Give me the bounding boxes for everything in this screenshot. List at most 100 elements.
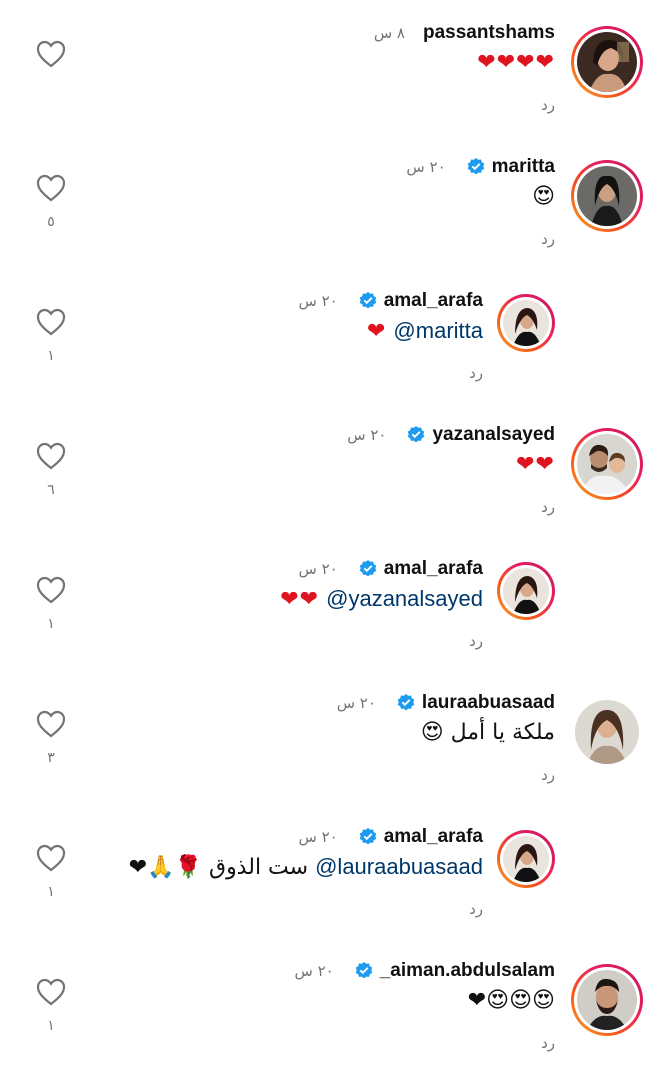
- comment-header: ٢٠ س lauraabuasaad: [337, 692, 555, 714]
- comment-reply: ٢٠ س amal_arafa @maritta ❤ رد ١: [0, 268, 665, 398]
- heart-outline-icon: [36, 978, 66, 1006]
- avatar[interactable]: [571, 160, 643, 232]
- like-count: ١: [47, 616, 55, 632]
- comment-text: @maritta ❤: [367, 318, 483, 344]
- reply-button[interactable]: رد: [541, 96, 555, 114]
- woman-brown-hair-icon: [503, 300, 549, 346]
- reply-button[interactable]: رد: [469, 632, 483, 650]
- avatar[interactable]: [497, 294, 555, 352]
- like-button[interactable]: [36, 174, 66, 202]
- reply-button[interactable]: رد: [469, 900, 483, 918]
- comment-text: ❤❤: [516, 452, 555, 477]
- verified-badge-icon: [408, 426, 425, 443]
- like-count: ١: [47, 348, 55, 364]
- comment-header: ٨ س passantshams: [374, 22, 555, 44]
- heart-outline-icon: [36, 442, 66, 470]
- username[interactable]: maritta: [492, 156, 555, 178]
- reply-button[interactable]: رد: [541, 1034, 555, 1052]
- comment-emoji: ❤❤: [280, 587, 320, 612]
- mention-link[interactable]: @lauraabuasaad: [315, 854, 483, 879]
- comment-text: 😍😍😍❤: [467, 988, 555, 1013]
- like-count: ١: [47, 1018, 55, 1034]
- like-button[interactable]: [36, 576, 66, 604]
- comment-reply: ٢٠ س amal_arafa @lauraabuasaad ست الذوق …: [0, 804, 665, 934]
- comment-item: ٢٠ س lauraabuasaad ملكة يا أمل 😍 رد ٣: [0, 670, 665, 800]
- reply-button[interactable]: رد: [541, 498, 555, 516]
- like-button[interactable]: [36, 710, 66, 738]
- verified-badge-icon: [397, 694, 415, 711]
- username[interactable]: amal_arafa: [384, 290, 483, 312]
- mention-link[interactable]: @maritta: [393, 318, 483, 343]
- reply-button[interactable]: رد: [469, 364, 483, 382]
- like-count: ٣: [47, 750, 55, 766]
- username[interactable]: amal_arafa: [384, 826, 483, 848]
- man-beard-icon: [577, 970, 637, 1030]
- avatar[interactable]: [571, 26, 643, 98]
- username[interactable]: lauraabuasaad: [422, 692, 555, 714]
- comment-header: ٢٠ س amal_arafa: [298, 558, 483, 580]
- comment-text: ❤❤❤❤: [477, 50, 555, 75]
- timestamp: ٢٠ س: [298, 292, 338, 310]
- comment-emoji: ❤: [366, 319, 387, 344]
- woman-brown-hair-icon: [503, 568, 549, 614]
- mention-link[interactable]: @yazanalsayed: [326, 586, 483, 611]
- woman-black-hair-icon: [577, 166, 637, 226]
- heart-outline-icon: [36, 174, 66, 202]
- comment-item: ٢٠ س _aiman.abdulsalam 😍😍😍❤ رد ١: [0, 938, 665, 1068]
- avatar[interactable]: [575, 700, 639, 764]
- woman-long-hair-icon: [575, 700, 639, 764]
- heart-outline-icon: [36, 308, 66, 336]
- heart-outline-icon: [36, 710, 66, 738]
- woman-brown-hair-icon: [503, 836, 549, 882]
- avatar[interactable]: [497, 562, 555, 620]
- avatar[interactable]: [571, 964, 643, 1036]
- comment-thread: ٨ س passantshams ❤❤❤❤ رد ٢٠ س maritta 😍 …: [0, 0, 665, 1080]
- verified-badge-icon: [355, 962, 373, 979]
- like-button[interactable]: [36, 308, 66, 336]
- comment-item: ٢٠ س yazanalsayed ❤❤ رد ٦: [0, 402, 665, 532]
- timestamp: ٢٠ س: [294, 962, 334, 980]
- timestamp: ٨ س: [373, 24, 405, 42]
- verified-badge-icon: [359, 828, 377, 845]
- verified-badge-icon: [359, 292, 377, 309]
- like-count: ٥: [47, 214, 55, 230]
- like-button[interactable]: [36, 978, 66, 1006]
- like-button[interactable]: [36, 442, 66, 470]
- comment-header: ٢٠ س yazanalsayed: [347, 424, 555, 446]
- like-count: ١: [47, 884, 55, 900]
- timestamp: ٢٠ س: [298, 560, 338, 578]
- heart-outline-icon: [36, 576, 66, 604]
- timestamp: ٢٠ س: [298, 828, 338, 846]
- avatar[interactable]: [571, 428, 643, 500]
- verified-badge-icon: [467, 158, 484, 175]
- heart-outline-icon: [36, 844, 66, 872]
- comment-header: ٢٠ س _aiman.abdulsalam: [294, 960, 555, 982]
- verified-badge-icon: [359, 560, 377, 577]
- comment-reply: ٢٠ س amal_arafa @yazanalsayed ❤❤ رد ١: [0, 536, 665, 666]
- comment-text: @lauraabuasaad ست الذوق 🌹🙏❤: [129, 854, 483, 880]
- reply-button[interactable]: رد: [541, 230, 555, 248]
- like-button[interactable]: [36, 844, 66, 872]
- timestamp: ٢٠ س: [347, 426, 387, 444]
- comment-item: ٨ س passantshams ❤❤❤❤ رد: [0, 0, 665, 130]
- comment-text: 😍: [532, 184, 555, 209]
- comment-text: @yazanalsayed ❤❤: [280, 586, 483, 612]
- timestamp: ٢٠ س: [336, 694, 376, 712]
- username[interactable]: _aiman.abdulsalam: [380, 960, 555, 982]
- reply-button[interactable]: رد: [541, 766, 555, 784]
- timestamp: ٢٠ س: [406, 158, 446, 176]
- comment-header: ٢٠ س amal_arafa: [298, 290, 483, 312]
- username[interactable]: yazanalsayed: [432, 424, 555, 446]
- comment-header: ٢٠ س amal_arafa: [298, 826, 483, 848]
- username[interactable]: amal_arafa: [384, 558, 483, 580]
- heart-outline-icon: [36, 40, 66, 68]
- comment-item: ٢٠ س maritta 😍 رد ٥: [0, 134, 665, 264]
- like-count: ٦: [47, 482, 55, 498]
- comment-header: ٢٠ س maritta: [406, 156, 555, 178]
- comment-body: ست الذوق 🌹🙏❤: [128, 855, 309, 880]
- username[interactable]: passantshams: [423, 22, 555, 44]
- comment-text: ملكة يا أمل 😍: [420, 720, 555, 745]
- woman-dark-hair-icon: [577, 32, 637, 92]
- like-button[interactable]: [36, 40, 66, 68]
- avatar[interactable]: [497, 830, 555, 888]
